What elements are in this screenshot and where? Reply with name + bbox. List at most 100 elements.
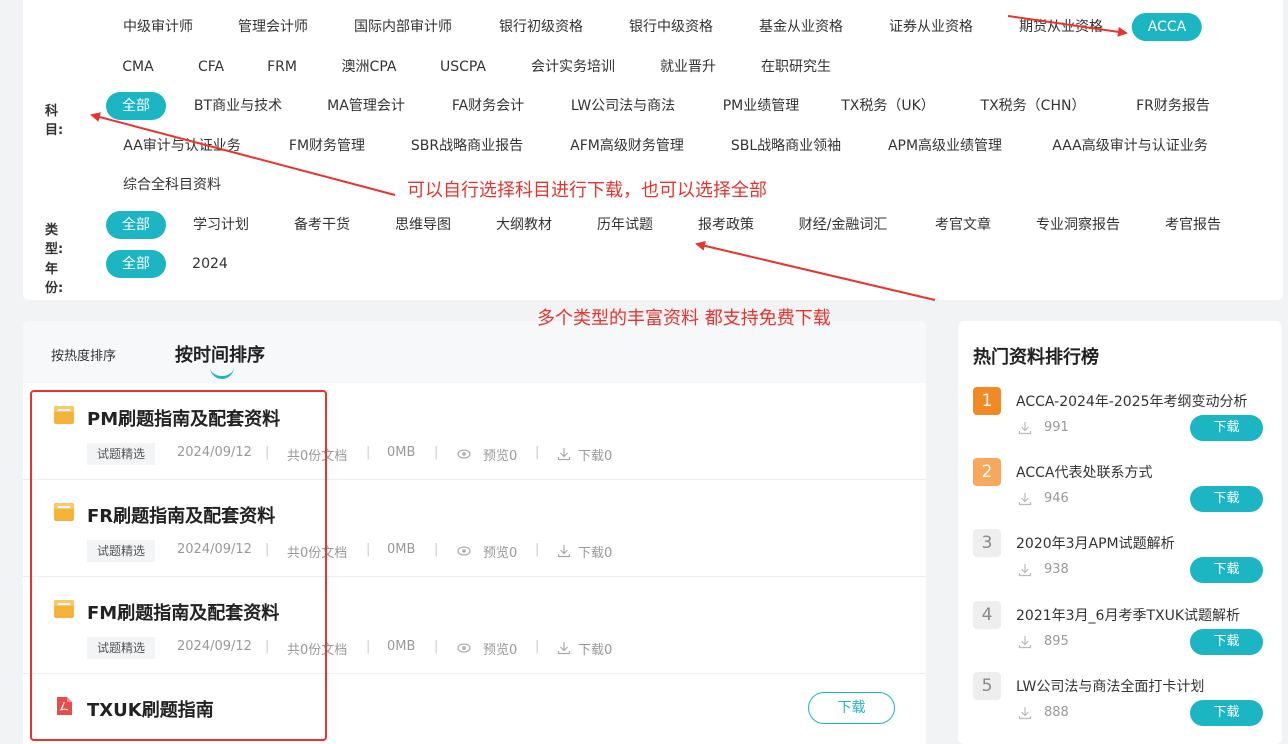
filter-exam-option[interactable]: FRM — [267, 53, 297, 81]
hot-ranking-item[interactable]: 2 ACCA代表处联系方式 946 下载 — [958, 456, 1282, 526]
filter-exam-option[interactable]: 基金从业资格 — [759, 13, 843, 41]
filter-exam-option[interactable]: 银行初级资格 — [499, 13, 583, 41]
hot-download-button[interactable]: 下载 — [1190, 629, 1263, 655]
filter-type-option[interactable]: 大纲教材 — [496, 211, 552, 239]
filter-subject-option[interactable]: FM财务管理 — [289, 132, 365, 160]
resource-tag: 试题精选 — [87, 540, 156, 562]
resource-title[interactable]: FM刷题指南及配套资料 — [87, 599, 279, 625]
filter-type-option[interactable]: 思维导图 — [395, 211, 451, 239]
filter-exam-option[interactable]: 就业晋升 — [660, 53, 716, 81]
filter-type-option[interactable]: 考官文章 — [935, 211, 991, 239]
filter-subject-option[interactable]: PM业绩管理 — [723, 92, 800, 120]
resource-title[interactable]: PM刷题指南及配套资料 — [87, 405, 280, 431]
hot-item-download-count: 938 — [1044, 562, 1069, 577]
filter-subject-option-active[interactable]: 全部 — [106, 92, 166, 120]
hot-ranking-item[interactable]: 1 ACCA-2024年-2025年考纲变动分析 991 下载 — [958, 385, 1282, 455]
resource-preview-count: 预览0 — [483, 546, 518, 561]
meta-separator: | — [535, 639, 540, 654]
meta-separator: | — [434, 542, 439, 557]
filter-subject-option[interactable]: TX税务（UK） — [841, 92, 935, 120]
folder-icon — [54, 600, 74, 618]
hot-item-name[interactable]: LW公司法与商法全面打卡计划 — [1016, 676, 1204, 696]
filter-subject-option[interactable]: SBL战略商业领袖 — [731, 132, 841, 160]
meta-separator: | — [366, 542, 371, 557]
filter-exam-option[interactable]: 在职研究生 — [761, 53, 831, 81]
filter-exam-option[interactable]: 中级审计师 — [123, 13, 193, 41]
filter-subject-option[interactable]: BT商业与技术 — [194, 92, 282, 120]
hot-download-button[interactable]: 下载 — [1190, 700, 1263, 726]
resource-list-item[interactable]: FM刷题指南及配套资料 试题精选 2024/09/12 | 共0份文档 | 0M… — [23, 577, 926, 674]
filter-exam-option[interactable]: CFA — [198, 53, 224, 81]
hot-ranking-title: 热门资料排行榜 — [973, 347, 1099, 368]
hot-download-button[interactable]: 下载 — [1190, 486, 1263, 512]
filter-subject-option[interactable]: FA财务会计 — [452, 92, 524, 120]
rank-badge: 4 — [973, 601, 1001, 629]
filter-exam-option[interactable]: 澳洲CPA — [342, 53, 397, 81]
filter-type-option[interactable]: 专业洞察报告 — [1036, 211, 1120, 239]
filter-type-option[interactable]: 学习计划 — [193, 211, 249, 239]
folder-icon — [54, 503, 74, 521]
filter-type-option-active[interactable]: 全部 — [106, 211, 166, 239]
meta-separator: | — [265, 542, 270, 557]
hot-download-button[interactable]: 下载 — [1190, 557, 1263, 583]
resource-title[interactable]: FR刷题指南及配套资料 — [87, 502, 275, 528]
resource-list-item[interactable]: FR刷题指南及配套资料 试题精选 2024/09/12 | 共0份文档 | 0M… — [23, 480, 926, 577]
subject-label: 科目: — [45, 104, 64, 138]
filter-subject-option[interactable]: SBR战略商业报告 — [411, 132, 523, 160]
filter-exam-option[interactable]: USCPA — [440, 53, 486, 81]
hot-item-name[interactable]: ACCA-2024年-2025年考纲变动分析 — [1016, 391, 1248, 411]
filter-subject-option[interactable]: APM高级业绩管理 — [888, 132, 1002, 160]
filter-subject-option[interactable]: 综合全科目资料 — [123, 171, 221, 199]
resource-size: 0MB — [387, 445, 416, 460]
filter-exam-option[interactable]: 银行中级资格 — [629, 13, 713, 41]
hot-ranking-item[interactable]: 4 2021年3月_6月考季TXUK试题解析 895 下载 — [958, 599, 1282, 669]
filter-subject-option[interactable]: TX税务（CHN） — [981, 92, 1086, 120]
filter-exam-option[interactable]: 期货从业资格 — [1019, 13, 1103, 41]
filter-subject-option[interactable]: FR财务报告 — [1136, 92, 1210, 120]
filter-subject-option[interactable]: LW公司法与商法 — [571, 92, 675, 120]
resource-list-panel: 按热度排序 按时间排序 PM刷题指南及配套资料 试题精选 2024/09/12 … — [23, 321, 926, 744]
filter-type-option[interactable]: 历年试题 — [597, 211, 653, 239]
filter-exam-option[interactable]: 国际内部审计师 — [354, 13, 452, 41]
hot-item-name[interactable]: 2021年3月_6月考季TXUK试题解析 — [1016, 605, 1240, 625]
meta-separator: | — [535, 445, 540, 460]
folder-icon — [54, 406, 74, 424]
rank-badge: 5 — [973, 672, 1001, 700]
hot-ranking-item[interactable]: 5 LW公司法与商法全面打卡计划 888 下载 — [958, 670, 1282, 740]
filter-year-option[interactable]: 2024 — [192, 250, 228, 278]
download-button[interactable]: 下载 — [808, 692, 895, 724]
filter-type-option[interactable]: 财经/金融词汇 — [799, 211, 888, 239]
resource-list-item[interactable]: TXUK刷题指南 下载 — [23, 674, 926, 744]
resource-preview-count: 预览0 — [483, 449, 518, 464]
resource-title[interactable]: TXUK刷题指南 — [87, 696, 214, 722]
filter-subject-option[interactable]: AAA高级审计与认证业务 — [1052, 132, 1208, 160]
hot-item-name[interactable]: ACCA代表处联系方式 — [1016, 462, 1152, 482]
meta-separator: | — [265, 639, 270, 654]
filter-exam-option[interactable]: 会计实务培训 — [531, 53, 615, 81]
sort-by-popularity-tab[interactable]: 按热度排序 — [51, 345, 116, 364]
filter-type-option[interactable]: 报考政策 — [698, 211, 754, 239]
meta-separator: | — [265, 445, 270, 460]
filter-subject-option[interactable]: AA审计与认证业务 — [123, 132, 241, 160]
filter-year-option-active[interactable]: 全部 — [106, 250, 166, 278]
filter-exam-option[interactable]: 管理会计师 — [238, 13, 308, 41]
filter-exam-option-active[interactable]: ACCA — [1131, 13, 1203, 41]
resource-download-count: 下载0 — [578, 449, 613, 464]
hot-ranking-item[interactable]: 3 2020年3月APM试题解析 938 下载 — [958, 527, 1282, 597]
download-icon — [557, 448, 571, 461]
filter-exam-option[interactable]: 证券从业资格 — [889, 13, 973, 41]
resource-size: 0MB — [387, 542, 416, 557]
filter-subject-option[interactable]: AFM高级财务管理 — [570, 132, 684, 160]
resource-list-item[interactable]: PM刷题指南及配套资料 试题精选 2024/09/12 | 共0份文档 | 0M… — [23, 383, 926, 480]
filter-type-option[interactable]: 备考干货 — [294, 211, 350, 239]
annotation-subject-note: 可以自行选择科目进行下载，也可以选择全部 — [407, 180, 767, 201]
filter-exam-option[interactable]: CMA — [122, 53, 153, 81]
hot-item-name[interactable]: 2020年3月APM试题解析 — [1016, 533, 1175, 553]
filter-subject-option[interactable]: MA管理会计 — [327, 92, 405, 120]
hot-download-button[interactable]: 下载 — [1190, 415, 1263, 441]
download-icon — [1018, 422, 1032, 435]
filter-type-option[interactable]: 考官报告 — [1165, 211, 1221, 239]
sort-by-time-tab[interactable]: 按时间排序 — [175, 341, 265, 367]
hot-item-download-count: 991 — [1044, 420, 1069, 435]
resource-download-count: 下载0 — [578, 643, 613, 658]
